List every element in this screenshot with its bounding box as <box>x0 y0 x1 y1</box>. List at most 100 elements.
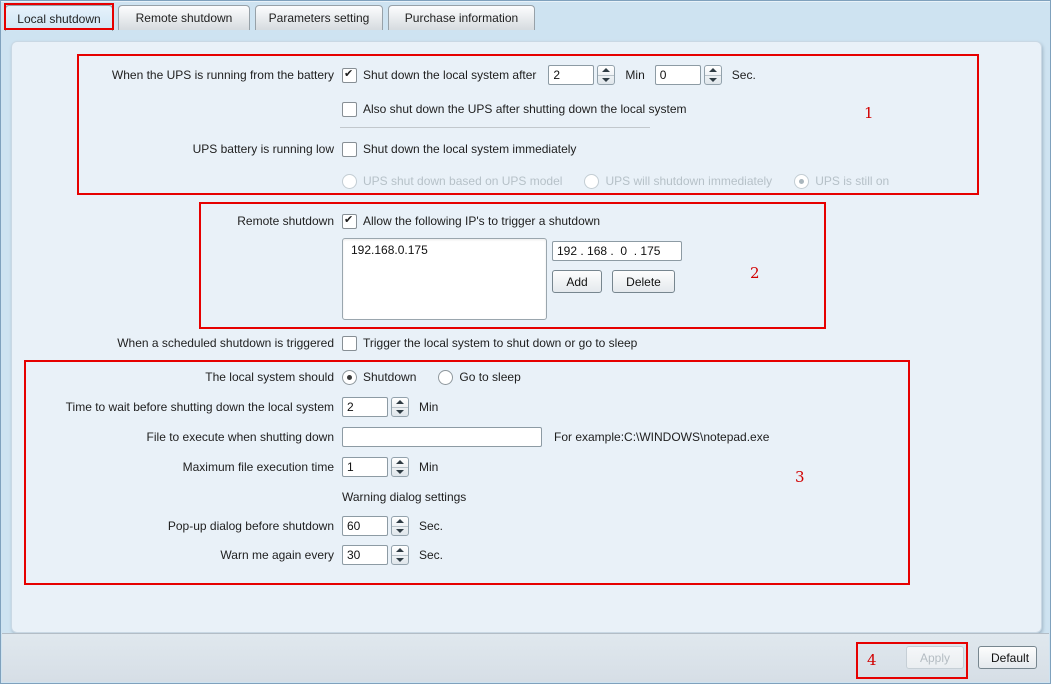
radio-go-to-sleep-label: Go to sleep <box>459 370 520 384</box>
annotation-number-3: 3 <box>795 468 805 486</box>
spin-down-icon[interactable] <box>598 75 614 85</box>
file-example-label: For example:C:\WINDOWS\notepad.exe <box>554 430 769 444</box>
wait-time-unit-label: Min <box>419 400 438 414</box>
also-shutdown-row: Also shut down the UPS after shutting do… <box>12 98 687 120</box>
scheduled-trigger-label: Trigger the local system to shut down or… <box>363 336 637 350</box>
tab-purchase-information-label: Purchase information <box>405 11 518 25</box>
popup-dialog-label: Pop-up dialog before shutdown <box>12 519 334 533</box>
shutdown-after-min-spin-buttons[interactable] <box>597 65 615 85</box>
ip-listbox[interactable]: 192.168.0.175 <box>342 238 547 320</box>
popup-dialog-input[interactable] <box>342 516 388 536</box>
radio-ups-still-on <box>794 174 809 189</box>
shutdown-after-min-input[interactable] <box>548 65 594 85</box>
wait-time-label: Time to wait before shutting down the lo… <box>12 400 334 414</box>
ip-address-input[interactable] <box>552 241 682 261</box>
apply-button[interactable]: Apply <box>906 646 964 669</box>
wait-time-spin-buttons[interactable] <box>391 397 409 417</box>
radio-go-to-sleep[interactable] <box>438 370 453 385</box>
radio-ups-immediate-label: UPS will shutdown immediately <box>605 174 772 188</box>
shutdown-after-checkbox[interactable] <box>342 68 357 83</box>
spin-down-icon[interactable] <box>392 526 408 536</box>
also-shutdown-ups-label: Also shut down the UPS after shutting do… <box>363 102 687 116</box>
warn-again-input[interactable] <box>342 545 388 565</box>
file-execute-input[interactable] <box>342 427 542 447</box>
spin-down-icon[interactable] <box>392 555 408 565</box>
battery-when-label: When the UPS is running from the battery <box>12 68 334 82</box>
spin-up-icon[interactable] <box>392 398 408 407</box>
spin-up-icon[interactable] <box>392 458 408 467</box>
popup-dialog-spin-buttons[interactable] <box>391 516 409 536</box>
wait-time-spinner <box>342 397 409 417</box>
warn-again-spin-buttons[interactable] <box>391 545 409 565</box>
battery-shutdown-row: When the UPS is running from the battery… <box>12 64 756 86</box>
annotation-number-2: 2 <box>750 264 760 282</box>
shutdown-after-min-spinner <box>548 65 615 85</box>
wait-time-row: Time to wait before shutting down the lo… <box>12 396 438 418</box>
spin-down-icon[interactable] <box>392 467 408 477</box>
remote-shutdown-row: Remote shutdown Allow the following IP's… <box>12 210 600 232</box>
ups-config-window: { "tabs": { "local": "Local shutdown", "… <box>0 0 1051 684</box>
battery-low-label: UPS battery is running low <box>12 142 334 156</box>
spin-up-icon[interactable] <box>392 517 408 526</box>
battery-low-checkbox[interactable] <box>342 142 357 157</box>
default-button[interactable]: Default <box>978 646 1037 669</box>
popup-dialog-row: Pop-up dialog before shutdown Sec. <box>12 515 443 537</box>
warn-again-unit-label: Sec. <box>419 548 443 562</box>
tab-parameters-setting[interactable]: Parameters setting <box>255 5 383 30</box>
popup-dialog-unit-label: Sec. <box>419 519 443 533</box>
min-unit-label: Min <box>625 68 644 82</box>
max-exec-spinner <box>342 457 409 477</box>
scheduled-shutdown-row: When a scheduled shutdown is triggered T… <box>12 332 637 354</box>
file-execute-label: File to execute when shutting down <box>12 430 334 444</box>
spin-down-icon[interactable] <box>705 75 721 85</box>
file-execute-row: File to execute when shutting down For e… <box>12 426 769 448</box>
sec-unit-label: Sec. <box>732 68 756 82</box>
tab-remote-shutdown[interactable]: Remote shutdown <box>118 5 250 30</box>
warning-settings-row: Warning dialog settings <box>12 486 466 508</box>
warn-again-label: Warn me again every <box>12 548 334 562</box>
footer-bar: Apply Default <box>2 633 1049 682</box>
radio-shutdown[interactable] <box>342 370 357 385</box>
radio-shutdown-label: Shutdown <box>363 370 416 384</box>
tab-local-shutdown-label: Local shutdown <box>17 12 100 26</box>
tab-remote-shutdown-label: Remote shutdown <box>136 11 233 25</box>
tab-bar: Local shutdown Remote shutdown Parameter… <box>1 1 1050 31</box>
warn-again-row: Warn me again every Sec. <box>12 544 443 566</box>
spin-up-icon[interactable] <box>392 546 408 555</box>
tab-local-shutdown[interactable]: Local shutdown <box>5 5 113 31</box>
warning-settings-header: Warning dialog settings <box>342 490 466 504</box>
system-should-row: The local system should Shutdown Go to s… <box>12 366 521 388</box>
radio-ups-model-label: UPS shut down based on UPS model <box>363 174 562 188</box>
allow-ip-label: Allow the following IP's to trigger a sh… <box>363 214 600 228</box>
radio-ups-immediate <box>584 174 599 189</box>
radio-ups-still-on-label: UPS is still on <box>815 174 889 188</box>
tab-parameters-setting-label: Parameters setting <box>269 11 370 25</box>
ups-mode-radio-row: UPS shut down based on UPS model UPS wil… <box>12 170 889 192</box>
add-ip-button[interactable]: Add <box>552 270 602 293</box>
max-exec-unit-label: Min <box>419 460 438 474</box>
ip-list-item[interactable]: 192.168.0.175 <box>343 239 546 261</box>
tab-purchase-information[interactable]: Purchase information <box>388 5 535 30</box>
spin-up-icon[interactable] <box>598 66 614 75</box>
scheduled-shutdown-label: When a scheduled shutdown is triggered <box>12 336 334 350</box>
max-exec-spin-buttons[interactable] <box>391 457 409 477</box>
battery-low-immediate-label: Shut down the local system immediately <box>363 142 576 156</box>
max-exec-label: Maximum file execution time <box>12 460 334 474</box>
spin-up-icon[interactable] <box>705 66 721 75</box>
content-panel: When the UPS is running from the battery… <box>11 41 1042 633</box>
wait-time-input[interactable] <box>342 397 388 417</box>
allow-ip-checkbox[interactable] <box>342 214 357 229</box>
max-exec-input[interactable] <box>342 457 388 477</box>
delete-ip-button[interactable]: Delete <box>612 270 675 293</box>
also-shutdown-ups-checkbox[interactable] <box>342 102 357 117</box>
max-exec-row: Maximum file execution time Min <box>12 456 438 478</box>
shutdown-after-sec-spinner <box>655 65 722 85</box>
shutdown-after-sec-input[interactable] <box>655 65 701 85</box>
section-separator <box>340 127 650 128</box>
shutdown-after-sec-spin-buttons[interactable] <box>704 65 722 85</box>
battery-low-row: UPS battery is running low Shut down the… <box>12 138 576 160</box>
shutdown-after-label: Shut down the local system after <box>363 68 536 82</box>
radio-ups-model <box>342 174 357 189</box>
spin-down-icon[interactable] <box>392 407 408 417</box>
scheduled-trigger-checkbox[interactable] <box>342 336 357 351</box>
